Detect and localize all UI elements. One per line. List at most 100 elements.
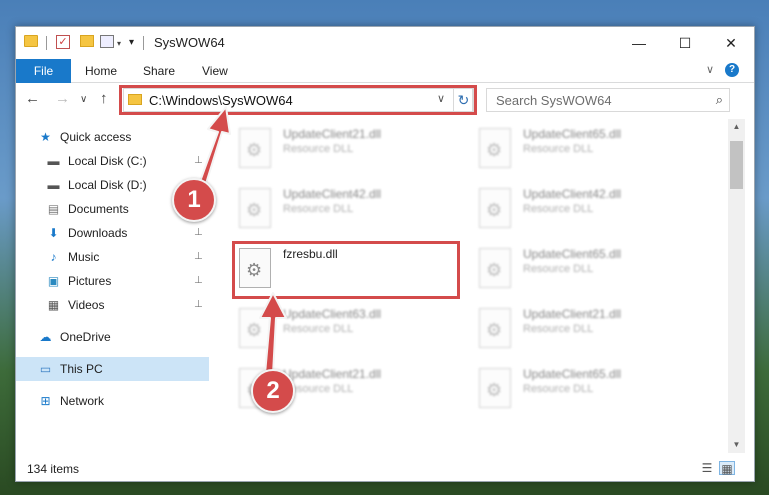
sidebar-item-downloads[interactable]: ⬇ Downloads ⊥	[16, 221, 209, 245]
sidebar-item-music[interactable]: ♪ Music ⊥	[16, 245, 209, 269]
up-arrow-icon[interactable]: ↑	[100, 90, 108, 107]
pictures-icon: ▣	[47, 274, 60, 288]
dll-file-icon: ⚙	[479, 308, 511, 348]
drive-icon: ▬	[47, 154, 60, 168]
help-icon[interactable]: ?	[725, 63, 739, 77]
minimize-button[interactable]: —	[616, 27, 662, 59]
vertical-scrollbar[interactable]: ▲ ▼	[728, 119, 745, 453]
scroll-down-arrow-icon[interactable]: ▼	[728, 440, 745, 449]
explorer-window: ✓ ▾ ▾ SysWOW64 — ☐ ✕ File Home Share Vie…	[15, 26, 755, 482]
sidebar-item-label: OneDrive	[60, 330, 111, 344]
sidebar-item-label: Local Disk (D:)	[68, 178, 147, 192]
sidebar-item-label: Videos	[68, 298, 105, 312]
file-item[interactable]: ⚙ UpdateClient65.dll Resource DLL	[477, 364, 707, 414]
computer-icon: ▭	[39, 362, 52, 376]
properties-dropdown-icon[interactable]: ▾	[117, 39, 121, 48]
toolbar-separator	[46, 36, 47, 50]
cloud-icon: ☁	[39, 330, 52, 344]
sidebar-item-videos[interactable]: ▦ Videos ⊥	[16, 293, 209, 317]
expand-ribbon-icon[interactable]: ∨	[706, 63, 714, 76]
annotation-callout-2: 2	[251, 369, 295, 413]
forward-arrow-icon[interactable]: →	[55, 90, 70, 107]
sidebar-item-onedrive[interactable]: ☁ OneDrive	[16, 325, 209, 349]
music-icon: ♪	[50, 250, 57, 264]
properties-check-icon[interactable]: ✓	[56, 35, 70, 49]
properties-icon[interactable]	[100, 35, 114, 48]
file-type: Resource DLL	[283, 203, 354, 215]
dll-file-icon: ⚙	[479, 128, 511, 168]
navigation-bar: ← → ∨ ↑ C:\Windows\SysWOW64 ∨ ↻ Search S…	[16, 84, 754, 116]
scroll-thumb[interactable]	[730, 141, 743, 189]
sidebar-item-label: Network	[60, 394, 105, 408]
dll-file-icon: ⚙	[239, 308, 271, 348]
item-count: 134 items	[27, 462, 80, 476]
sidebar-item-this-pc[interactable]: ▭ This PC	[16, 357, 209, 381]
drive-icon: ▬	[47, 178, 60, 192]
sidebar-item-label: Downloads	[68, 226, 128, 240]
recent-locations-icon[interactable]: ∨	[80, 94, 87, 105]
file-list: ⚙ UpdateClient21.dll Resource DLL ⚙ UpdateCl…	[219, 119, 727, 453]
close-button[interactable]: ✕	[708, 27, 754, 59]
folder-icon[interactable]	[24, 35, 38, 47]
file-item[interactable]: ⚙ UpdateClient42.dll Resource DLL	[477, 184, 707, 234]
ribbon-tabs: File Home Share View ∨ ?	[16, 59, 754, 83]
gear-icon: ⚙	[486, 140, 503, 160]
sidebar-item-quick-access[interactable]: ★ Quick access	[16, 125, 209, 149]
file-item[interactable]: ⚙ UpdateClient42.dll Resource DLL	[237, 184, 467, 234]
sidebar-item-local-disk-c[interactable]: ▬ Local Disk (C:) ⊥	[16, 149, 209, 173]
file-type: Resource DLL	[283, 323, 354, 335]
back-arrow-icon[interactable]: ←	[25, 90, 40, 107]
new-folder-icon[interactable]	[80, 35, 94, 47]
file-item[interactable]: ⚙ UpdateClient65.dll Resource DLL	[477, 124, 707, 174]
file-type: Resource DLL	[523, 263, 594, 275]
tab-share[interactable]: Share	[143, 59, 175, 83]
sidebar-item-label: This PC	[60, 362, 103, 376]
gear-icon: ⚙	[486, 380, 503, 400]
document-icon: ▤	[47, 202, 60, 216]
dll-file-icon: ⚙	[239, 188, 271, 228]
file-item[interactable]: ⚙ UpdateClient21.dll Resource DLL	[237, 124, 467, 174]
dll-file-icon: ⚙	[479, 248, 511, 288]
file-name: UpdateClient65.dll	[523, 247, 622, 261]
dll-file-icon: ⚙	[479, 188, 511, 228]
download-icon: ⬇	[48, 226, 59, 240]
tab-file[interactable]: File	[16, 59, 71, 83]
toolbar-separator	[143, 36, 144, 50]
gear-icon: ⚙	[486, 320, 503, 340]
dll-file-icon: ⚙	[239, 128, 271, 168]
window-title: SysWOW64	[154, 35, 225, 50]
large-icons-view-icon[interactable]: ▦	[719, 461, 735, 476]
file-name: UpdateClient21.dll	[523, 307, 622, 321]
search-icon[interactable]: ⌕	[716, 92, 723, 108]
sidebar-item-label: Pictures	[68, 274, 112, 288]
gear-icon: ⚙	[246, 320, 263, 340]
search-input[interactable]: Search SysWOW64 ⌕	[486, 88, 730, 112]
video-icon: ▦	[47, 298, 60, 312]
sidebar-item-network[interactable]: ⊞ Network	[16, 389, 209, 413]
file-item[interactable]: ⚙ UpdateClient65.dll Resource DLL	[477, 244, 707, 294]
scroll-up-arrow-icon[interactable]: ▲	[728, 122, 745, 131]
title-bar: ✓ ▾ ▾ SysWOW64 — ☐ ✕	[16, 27, 754, 59]
details-view-icon[interactable]: ☰	[699, 461, 715, 475]
pin-icon: ⊥	[194, 299, 203, 310]
sidebar-item-label: Documents	[68, 202, 129, 216]
gear-icon: ⚙	[486, 260, 503, 280]
pin-icon: ⊥	[194, 251, 203, 262]
address-highlight-box	[119, 85, 477, 115]
file-item[interactable]: ⚙ UpdateClient63.dll Resource DLL	[237, 304, 467, 354]
file-type: Resource DLL	[523, 203, 594, 215]
gear-icon: ⚙	[486, 200, 503, 220]
pin-icon: ⊥	[194, 155, 203, 166]
tab-home[interactable]: Home	[85, 59, 117, 83]
gear-icon: ⚙	[246, 200, 263, 220]
tab-view[interactable]: View	[202, 59, 228, 83]
gear-icon: ⚙	[246, 140, 263, 160]
pin-icon: ⊥	[194, 275, 203, 286]
maximize-button[interactable]: ☐	[662, 27, 708, 59]
file-name: UpdateClient21.dll	[283, 127, 382, 141]
file-item[interactable]: ⚙ UpdateClient21.dll Resource DLL	[477, 304, 707, 354]
sidebar-item-pictures[interactable]: ▣ Pictures ⊥	[16, 269, 209, 293]
file-name: UpdateClient65.dll	[523, 127, 622, 141]
customize-toolbar-icon[interactable]: ▾	[129, 37, 134, 48]
file-name: UpdateClient42.dll	[523, 187, 622, 201]
